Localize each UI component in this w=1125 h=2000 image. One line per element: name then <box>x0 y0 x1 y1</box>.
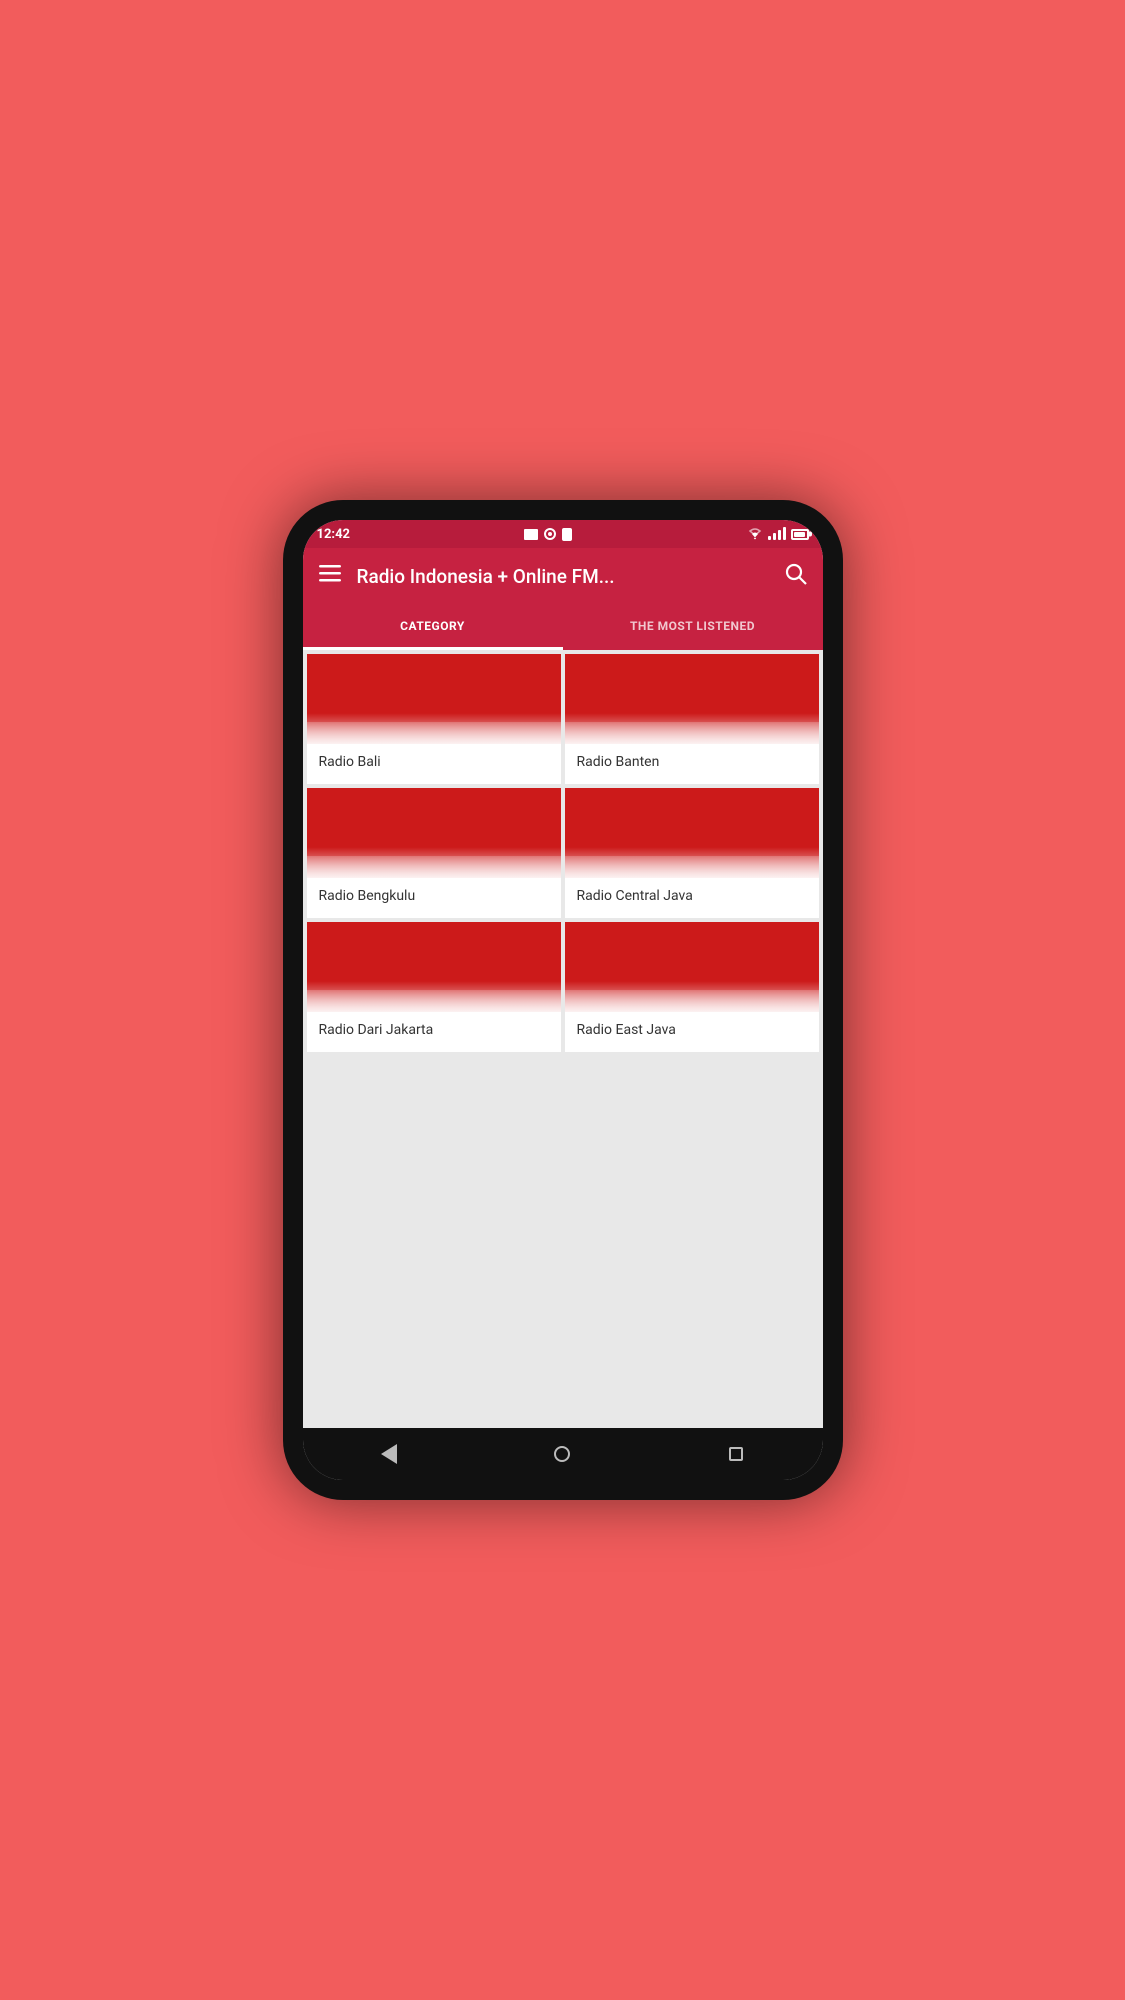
card-label-dari-jakarta: Radio Dari Jakarta <box>307 1012 561 1052</box>
back-button[interactable] <box>369 1434 409 1474</box>
card-radio-east-java[interactable]: Radio East Java <box>565 922 819 1052</box>
recents-icon <box>729 1447 743 1461</box>
card-radio-dari-jakarta[interactable]: Radio Dari Jakarta <box>307 922 561 1052</box>
toolbar-title: Radio Indonesia + Online FM... <box>357 565 785 588</box>
back-icon <box>381 1444 397 1464</box>
status-icon-circle <box>544 528 556 540</box>
card-image-bali <box>307 654 561 744</box>
card-label-bengkulu: Radio Bengkulu <box>307 878 561 918</box>
wifi-icon <box>747 528 763 540</box>
card-radio-bali[interactable]: Radio Bali <box>307 654 561 784</box>
home-button[interactable] <box>542 1434 582 1474</box>
battery-icon <box>791 529 809 540</box>
status-icon-box <box>524 529 538 540</box>
phone-screen: 12:42 <box>303 520 823 1480</box>
radio-grid: Radio Bali Radio Banten Radi <box>303 650 823 1056</box>
card-label-east-java: Radio East Java <box>565 1012 819 1052</box>
card-image-east-java <box>565 922 819 1012</box>
tab-most-listened[interactable]: THE MOST LISTENED <box>563 604 823 650</box>
card-image-dari-jakarta <box>307 922 561 1012</box>
search-icon[interactable] <box>785 563 807 590</box>
card-radio-bengkulu[interactable]: Radio Bengkulu <box>307 788 561 918</box>
card-label-bali: Radio Bali <box>307 744 561 784</box>
card-radio-banten[interactable]: Radio Banten <box>565 654 819 784</box>
card-label-banten: Radio Banten <box>565 744 819 784</box>
recents-button[interactable] <box>716 1434 756 1474</box>
tabs-bar: CATEGORY THE MOST LISTENED <box>303 604 823 650</box>
status-left-icons <box>524 528 572 541</box>
nav-bar <box>303 1428 823 1480</box>
card-image-bengkulu <box>307 788 561 878</box>
card-radio-central-java[interactable]: Radio Central Java <box>565 788 819 918</box>
card-image-central-java <box>565 788 819 878</box>
tab-category[interactable]: CATEGORY <box>303 604 563 650</box>
toolbar: Radio Indonesia + Online FM... <box>303 548 823 604</box>
status-icon-sd <box>562 528 572 541</box>
status-time: 12:42 <box>317 527 351 542</box>
card-label-central-java: Radio Central Java <box>565 878 819 918</box>
menu-icon[interactable] <box>319 565 341 588</box>
card-image-banten <box>565 654 819 744</box>
home-icon <box>554 1446 570 1462</box>
phone-frame: 12:42 <box>283 500 843 1500</box>
status-bar: 12:42 <box>303 520 823 548</box>
signal-icon <box>768 528 786 540</box>
main-content: Radio Bali Radio Banten Radi <box>303 650 823 1428</box>
status-right-icons <box>747 528 809 540</box>
